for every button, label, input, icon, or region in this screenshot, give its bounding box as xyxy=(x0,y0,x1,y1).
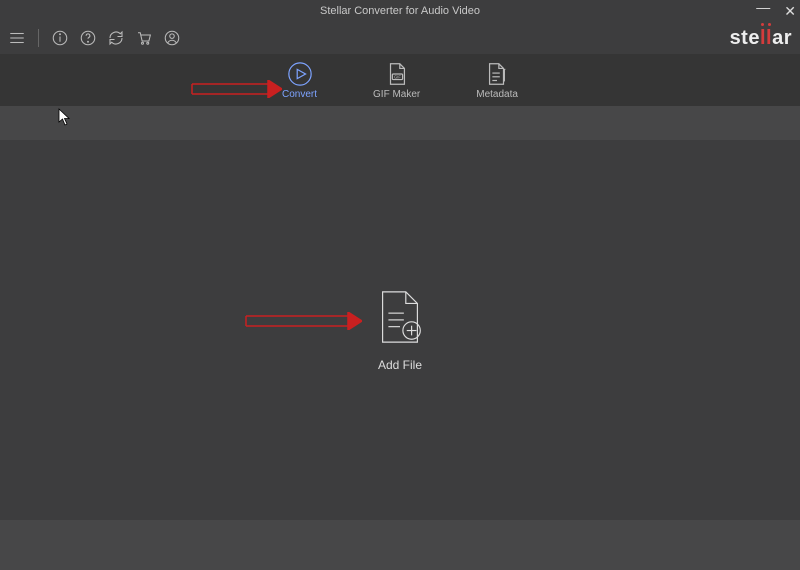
toolbar: stellar xyxy=(0,22,800,54)
mode-tabs: Convert GIF GIF Maker Metadata xyxy=(0,54,800,106)
metadata-file-icon xyxy=(484,61,510,87)
brand-logo: stellar xyxy=(730,27,792,50)
help-icon[interactable] xyxy=(79,29,97,47)
tab-metadata[interactable]: Metadata xyxy=(476,61,518,100)
add-file-label: Add File xyxy=(378,358,422,372)
menu-icon[interactable] xyxy=(8,29,26,47)
app-window: Stellar Converter for Audio Video — ✕ xyxy=(0,0,800,570)
tab-convert[interactable]: Convert xyxy=(282,61,317,100)
cart-icon[interactable] xyxy=(135,29,153,47)
bottom-bar xyxy=(0,520,800,570)
titlebar: Stellar Converter for Audio Video — ✕ xyxy=(0,0,800,22)
tab-gifmaker[interactable]: GIF GIF Maker xyxy=(373,61,420,100)
window-controls: — ✕ xyxy=(756,0,796,22)
window-title: Stellar Converter for Audio Video xyxy=(320,5,480,17)
play-circle-icon xyxy=(287,61,313,87)
toolbar-divider xyxy=(38,29,39,47)
close-button[interactable]: ✕ xyxy=(784,4,796,18)
add-file-icon xyxy=(371,288,429,346)
tab-label: Convert xyxy=(282,89,317,100)
minimize-button[interactable]: — xyxy=(756,0,770,14)
toolbar-left xyxy=(8,29,181,47)
info-icon[interactable] xyxy=(51,29,69,47)
sub-strip xyxy=(0,106,800,140)
add-file-button[interactable]: Add File xyxy=(371,288,429,372)
tab-label: Metadata xyxy=(476,89,518,100)
tab-label: GIF Maker xyxy=(373,89,420,100)
gif-file-icon: GIF xyxy=(384,61,410,87)
user-icon[interactable] xyxy=(163,29,181,47)
main-area: Add File xyxy=(0,140,800,520)
sync-icon[interactable] xyxy=(107,29,125,47)
svg-text:GIF: GIF xyxy=(394,74,401,79)
